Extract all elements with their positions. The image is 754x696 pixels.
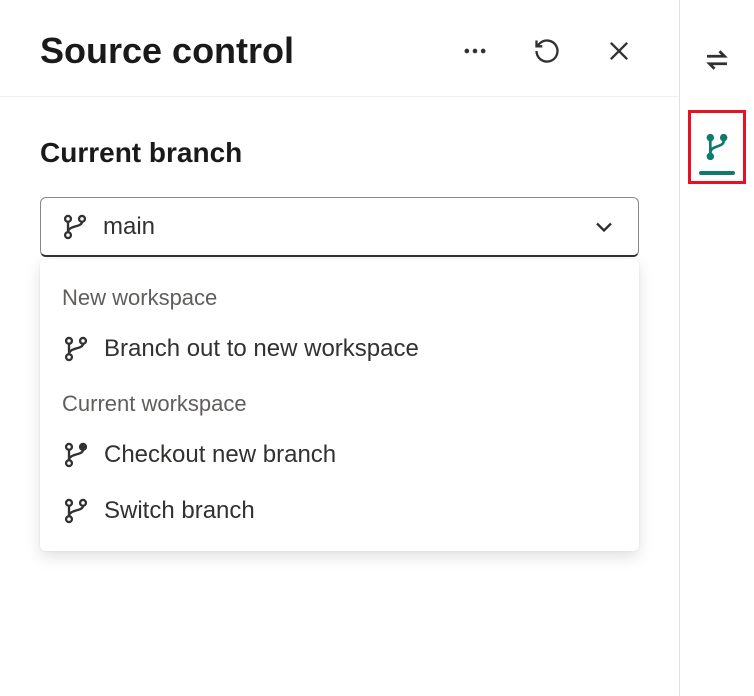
refresh-button[interactable] (527, 31, 567, 71)
branch-dropdown[interactable]: main (40, 197, 639, 257)
branch-icon (61, 213, 89, 241)
close-button[interactable] (599, 31, 639, 71)
panel-content: Current branch main New workspace (0, 97, 679, 257)
selected-branch-text: main (103, 213, 576, 241)
source-control-tab[interactable] (688, 110, 746, 184)
current-branch-label: Current branch (40, 137, 639, 169)
sync-icon (702, 45, 732, 75)
more-icon (461, 37, 489, 65)
header-actions (455, 31, 639, 71)
panel-title: Source control (40, 30, 455, 72)
dropdown-item-label: Checkout new branch (104, 441, 336, 469)
right-rail (680, 0, 754, 696)
dropdown-item-label: Switch branch (104, 497, 255, 525)
dropdown-group-new-workspace: New workspace (40, 271, 639, 321)
branch-icon (62, 497, 90, 525)
sync-button[interactable] (697, 40, 737, 80)
refresh-icon (533, 37, 561, 65)
panel-header: Source control (0, 0, 679, 97)
branch-dropdown-menu: New workspace Branch out to new workspac… (40, 259, 639, 551)
switch-branch-item[interactable]: Switch branch (40, 483, 639, 539)
branch-out-new-workspace-item[interactable]: Branch out to new workspace (40, 321, 639, 377)
checkout-new-branch-item[interactable]: Checkout new branch (40, 427, 639, 483)
source-control-panel: Source control Current branch (0, 0, 680, 696)
dropdown-group-current-workspace: Current workspace (40, 377, 639, 427)
branch-dropdown-container: main New workspace Branch out to new wor… (40, 197, 639, 257)
branch-icon (701, 131, 733, 163)
chevron-down-icon (590, 213, 618, 241)
branch-icon (62, 335, 90, 363)
dropdown-item-label: Branch out to new workspace (104, 335, 419, 363)
close-icon (605, 37, 633, 65)
branch-new-icon (62, 441, 90, 469)
more-options-button[interactable] (455, 31, 495, 71)
